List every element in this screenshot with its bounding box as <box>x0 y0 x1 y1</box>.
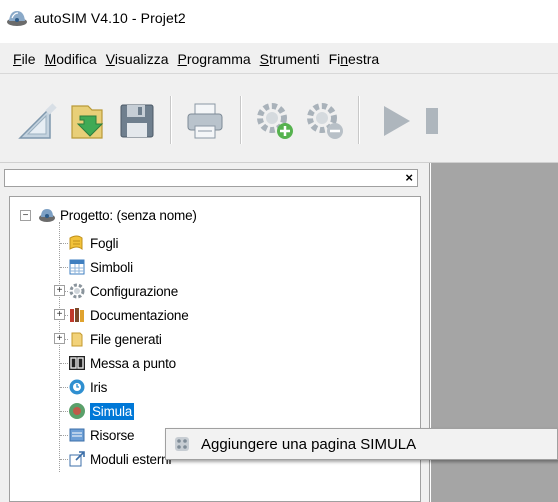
menu-finestra-accel: n <box>340 50 349 67</box>
config-gear-icon <box>69 283 85 299</box>
toolbar-separator <box>170 96 172 144</box>
menu-modifica[interactable]: Modifica <box>45 51 97 67</box>
menu-finestra-rest: estra <box>348 50 380 67</box>
tree-item-messa-a-punto[interactable]: Messa a punto <box>68 351 176 375</box>
menu-visualizza[interactable]: Visualizza <box>106 51 169 67</box>
folder-icon <box>71 332 83 347</box>
compile-remove-gear-icon[interactable] <box>304 100 346 142</box>
toolbar-separator <box>358 96 360 144</box>
external-modules-icon <box>69 451 85 467</box>
save-disk-icon[interactable] <box>116 100 158 142</box>
tree-item-simboli[interactable]: Simboli <box>68 255 133 279</box>
tree-item-label: Configurazione <box>90 283 179 299</box>
stop-partial-icon[interactable] <box>424 100 444 142</box>
tree-item-label: Messa a punto <box>90 355 176 371</box>
panel-header: × <box>4 169 418 187</box>
tree-expand-toggle[interactable]: + <box>54 333 65 344</box>
tree-guide-line <box>60 435 68 436</box>
autosim-app-icon <box>7 11 27 26</box>
tree-item-simula[interactable]: Simula <box>68 399 135 423</box>
menu-programma[interactable]: Programma <box>178 51 251 67</box>
project-globe-icon <box>39 209 55 222</box>
tree-item-label: Fogli <box>90 235 119 251</box>
debug-display-icon <box>69 356 85 370</box>
tree-item-documentazione[interactable]: Documentazione <box>68 303 189 327</box>
tree-expand-toggle[interactable]: + <box>54 309 65 320</box>
print-icon[interactable] <box>184 100 226 142</box>
tree-item-configurazione[interactable]: Configurazione <box>68 279 178 303</box>
menu-finestra-pre: Fi <box>328 50 341 67</box>
tree-guide-line <box>60 267 68 268</box>
tree-item-label: Iris <box>90 379 108 395</box>
menu-finestra[interactable]: Finestra <box>329 51 380 67</box>
panel-close-button[interactable]: × <box>405 170 413 186</box>
tree-item-label-selected: Simula <box>90 402 135 420</box>
symbols-table-icon <box>69 259 85 275</box>
menu-file[interactable]: File <box>13 51 36 67</box>
menu-modifica-accel: M <box>44 50 57 67</box>
open-folder-icon[interactable] <box>66 100 108 142</box>
tree-item-risorse[interactable]: Risorse <box>68 423 135 447</box>
menu-strumenti[interactable]: Strumenti <box>260 51 320 67</box>
context-menu-item-add-simula-page[interactable]: Aggiungere una pagina SIMULA <box>201 436 416 453</box>
window-title: autoSIM V4.10 - Projet2 <box>34 10 186 26</box>
menu-file-rest: ile <box>21 50 36 67</box>
add-page-icon <box>175 437 189 451</box>
tree-guide-line <box>60 363 68 364</box>
menu-strumenti-rest: trumenti <box>269 50 320 67</box>
toolbar <box>0 73 558 163</box>
tree-item-label: Moduli esterni <box>90 451 172 467</box>
tree-item-file-generati[interactable]: File generati <box>68 327 162 351</box>
tree-item-moduli-esterni[interactable]: Moduli esterni <box>68 447 171 471</box>
sheets-icon <box>69 235 83 251</box>
toolbar-separator <box>240 96 242 144</box>
tree-item-label: Simboli <box>90 259 133 275</box>
run-play-icon[interactable] <box>374 100 416 142</box>
tree-guide-line <box>60 243 68 244</box>
menu-visualizza-rest: isualizza <box>114 50 169 67</box>
tree-collapse-toggle[interactable]: − <box>20 210 31 221</box>
tree-item-label: File generati <box>90 331 162 347</box>
tree-item-iris[interactable]: Iris <box>68 375 107 399</box>
simulation-icon <box>69 403 85 419</box>
new-project-icon[interactable] <box>16 100 58 142</box>
tree-guide-line <box>60 411 68 412</box>
menu-modifica-rest: odifica <box>56 50 97 67</box>
context-menu: Aggiungere una pagina SIMULA <box>165 428 558 460</box>
tree-root-label: Progetto: (senza nome) <box>60 207 197 223</box>
iris-icon <box>69 379 85 395</box>
resources-icon <box>69 428 85 442</box>
tree-item-label: Documentazione <box>90 307 189 323</box>
tree-item-fogli[interactable]: Fogli <box>68 231 118 255</box>
compile-add-gear-icon[interactable] <box>254 100 296 142</box>
tree-guide-line <box>60 459 68 460</box>
title-bar: autoSIM V4.10 - Projet2 <box>0 0 558 36</box>
menu-visualizza-accel: V <box>105 50 115 67</box>
tree-item-label: Risorse <box>90 427 135 443</box>
books-icon <box>70 308 84 322</box>
menu-programma-rest: rogramma <box>186 50 251 67</box>
tree-guide-line <box>60 387 68 388</box>
menu-bar: File Modifica Visualizza Programma Strum… <box>0 43 558 73</box>
menu-strumenti-accel: S <box>259 50 269 67</box>
menu-file-accel: F <box>13 50 22 67</box>
menu-programma-accel: P <box>177 50 187 67</box>
tree-root[interactable]: Progetto: (senza nome) <box>38 203 197 227</box>
tree-expand-toggle[interactable]: + <box>54 285 65 296</box>
